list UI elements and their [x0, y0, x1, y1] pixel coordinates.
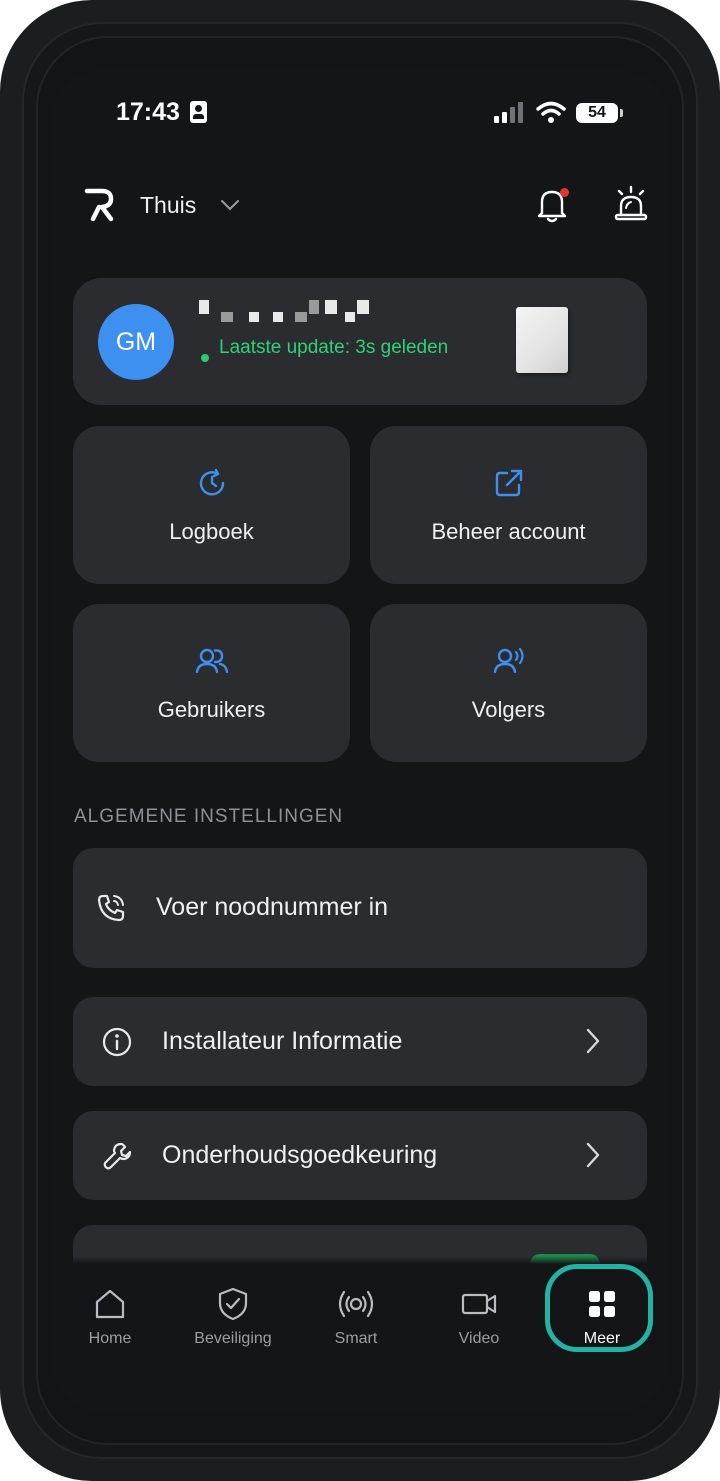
tile-followers[interactable]: Volgers: [370, 604, 647, 762]
account-name-redacted: [197, 300, 407, 322]
phone-call-icon: [97, 894, 125, 922]
tile-logbook[interactable]: Logboek: [73, 426, 350, 584]
row-label: Onderhoudsgoedkeuring: [162, 1141, 438, 1169]
section-title-general-settings: ALGEMENE INSTELLINGEN: [74, 806, 344, 827]
maintenance-approval-row[interactable]: Onderhoudsgoedkeuring: [73, 1111, 647, 1200]
tile-label: Logboek: [169, 519, 254, 544]
id-card-icon: [190, 101, 207, 123]
installer-information-row[interactable]: Installateur Informatie: [73, 997, 647, 1086]
wrench-icon: [103, 1142, 132, 1170]
battery-indicator: 54: [576, 103, 623, 123]
signal-icon: [494, 102, 523, 123]
tile-users[interactable]: Gebruikers: [73, 604, 350, 762]
avatar: GM: [98, 304, 174, 380]
last-update-text: Laatste update: 3s geleden: [219, 337, 449, 358]
nav-label: Smart: [334, 1330, 378, 1347]
bottom-navigation: Home Beveiliging Smart Video Meer: [50, 1256, 670, 1413]
hub-device-image: [516, 307, 568, 373]
row-label: Voer noodnummer in: [156, 893, 389, 921]
nav-video[interactable]: Video: [424, 1286, 534, 1356]
tile-label: Volgers: [471, 697, 546, 722]
nav-smart[interactable]: Smart: [301, 1286, 411, 1356]
app-screen: 17:43 54 Thuis GM Laatste update: 3s gel…: [50, 68, 670, 1413]
home-icon: [95, 1289, 125, 1319]
nav-label: Beveiliging: [194, 1330, 272, 1347]
notification-badge: [560, 188, 569, 197]
tile-label: Beheer account: [431, 519, 586, 544]
followers-icon: [493, 647, 524, 674]
video-camera-icon: [461, 1293, 497, 1315]
tile-label: Gebruikers: [157, 697, 266, 722]
nav-label: Home: [88, 1330, 132, 1347]
brand-logo: [84, 188, 114, 222]
account-card[interactable]: GM Laatste update: 3s geleden: [73, 278, 647, 405]
status-time: 17:43: [116, 98, 180, 126]
chevron-down-icon[interactable]: [220, 198, 240, 212]
shield-check-icon: [218, 1287, 248, 1321]
wifi-icon: [536, 101, 566, 123]
nav-security[interactable]: Beveiliging: [178, 1286, 288, 1356]
tile-manage-account[interactable]: Beheer account: [370, 426, 647, 584]
info-icon: [102, 1027, 132, 1057]
users-icon: [195, 648, 228, 674]
location-selector[interactable]: Thuis: [140, 192, 196, 219]
row-label: Installateur Informatie: [162, 1027, 403, 1055]
external-link-icon: [495, 469, 522, 497]
nav-home[interactable]: Home: [55, 1286, 165, 1356]
nav-label: Meer: [583, 1330, 621, 1347]
grid-icon: [589, 1291, 615, 1317]
nav-label: Video: [458, 1330, 500, 1347]
broadcast-icon: [338, 1290, 374, 1318]
emergency-number-row[interactable]: Voer noodnummer in: [73, 848, 647, 968]
history-icon: [199, 468, 224, 496]
online-status-dot: [201, 354, 209, 362]
siren-icon[interactable]: [612, 184, 650, 222]
chevron-right-icon: [586, 1142, 600, 1168]
chevron-right-icon: [586, 1028, 600, 1054]
nav-more[interactable]: Meer: [547, 1286, 657, 1356]
